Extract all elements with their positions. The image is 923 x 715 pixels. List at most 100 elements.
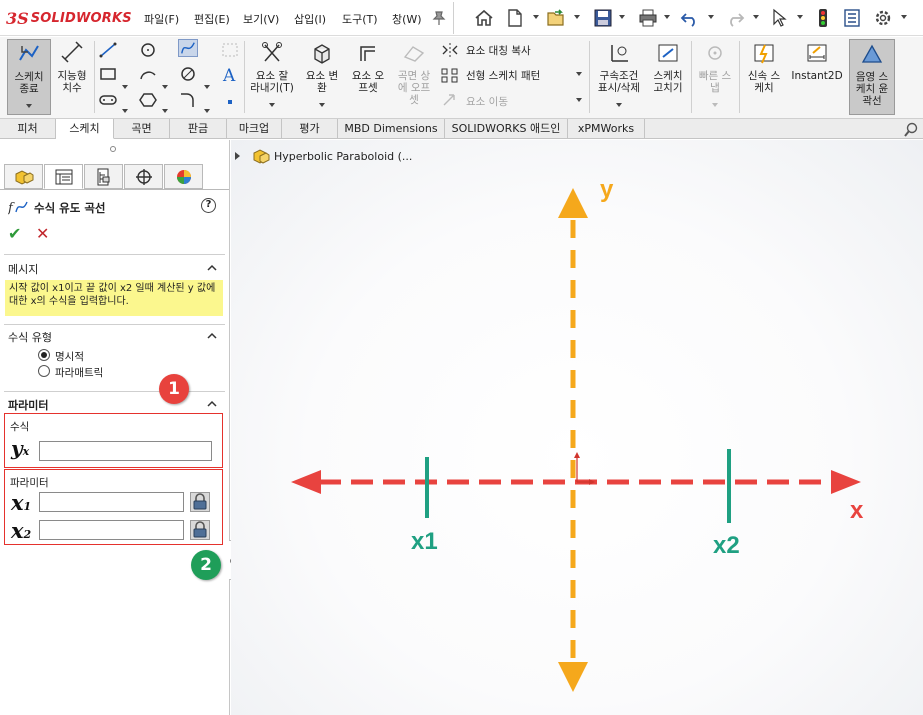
chevron-up-icon[interactable] <box>207 399 217 409</box>
home-icon[interactable] <box>474 8 494 28</box>
redo-dropdown-caret[interactable] <box>753 15 759 19</box>
chevron-up-icon[interactable] <box>207 331 217 341</box>
tab-evaluate[interactable]: 평가 <box>282 119 338 139</box>
ellipse-caret[interactable] <box>204 109 210 113</box>
tab-feature-manager[interactable] <box>4 164 43 189</box>
tab-markup[interactable]: 마크업 <box>227 119 282 139</box>
construction-grid-icon[interactable] <box>220 41 240 59</box>
mirror-label[interactable]: 요소 대칭 복사 <box>466 43 531 58</box>
menu-edit[interactable]: 편집(E) <box>194 11 230 27</box>
x1-start-input[interactable] <box>39 492 184 512</box>
tab-features[interactable]: 피처 <box>0 119 56 139</box>
equation-type-section-header[interactable]: 수식 유형 <box>8 329 52 345</box>
repair-sketch-button[interactable]: 스케치 고치기 <box>648 39 688 115</box>
polygon-icon[interactable] <box>138 91 158 109</box>
undo-dropdown-caret[interactable] <box>708 15 714 19</box>
rectangle-icon[interactable] <box>98 65 118 83</box>
tab-xpmworks[interactable]: xPMWorks <box>568 119 645 139</box>
relations-caret[interactable] <box>616 103 622 107</box>
options-dropdown-caret[interactable] <box>901 15 907 19</box>
tab-property-manager[interactable] <box>44 164 83 189</box>
arc-caret[interactable] <box>162 109 168 113</box>
save-icon[interactable] <box>593 8 613 28</box>
text-icon[interactable]: A <box>220 65 240 83</box>
save-dropdown-caret[interactable] <box>619 15 625 19</box>
message-section-header[interactable]: 메시지 <box>8 261 38 277</box>
parameters-section-header[interactable]: 파라미터 <box>8 397 48 413</box>
shaded-sketch-contours-button[interactable]: 음영 스 케치 윤 곽선 <box>849 39 895 115</box>
quick-snaps-caret[interactable] <box>712 103 718 107</box>
menu-insert[interactable]: 삽입(I) <box>294 11 326 27</box>
select-dropdown-caret[interactable] <box>797 15 803 19</box>
redo-icon[interactable] <box>725 8 745 28</box>
quick-snaps-button[interactable]: 빠른 스 냅 <box>694 39 736 115</box>
print-icon[interactable] <box>638 8 658 28</box>
cancel-button[interactable]: ✕ <box>36 224 49 243</box>
slot-icon[interactable] <box>98 91 118 109</box>
fillet-icon[interactable] <box>178 91 198 109</box>
exit-sketch-caret[interactable] <box>26 104 32 108</box>
tab-solidworks-addins[interactable]: SOLIDWORKS 애드인 <box>445 119 568 139</box>
arc-icon[interactable] <box>138 65 158 83</box>
tab-dimxpert-manager[interactable] <box>124 164 163 189</box>
trim-entities-button[interactable]: 요소 잘 라내기(T) <box>246 39 298 115</box>
tab-configuration-manager[interactable] <box>84 164 123 189</box>
new-dropdown-caret[interactable] <box>533 15 539 19</box>
x2-lock-button[interactable] <box>190 520 210 540</box>
tab-surfaces[interactable]: 곡면 <box>114 119 170 139</box>
linear-pattern-caret[interactable] <box>576 72 582 76</box>
circle-caret[interactable] <box>162 85 168 89</box>
tab-display-manager[interactable] <box>164 164 203 189</box>
spline-icon[interactable] <box>178 39 198 57</box>
tab-mbd-dimensions[interactable]: MBD Dimensions <box>338 119 445 139</box>
parametric-radio-label[interactable]: 파라매트릭 <box>55 365 103 380</box>
convert-caret[interactable] <box>319 103 325 107</box>
explicit-radio-label[interactable]: 명시적 <box>55 349 84 364</box>
help-icon[interactable]: ? <box>201 198 216 213</box>
offset-on-surface-button[interactable]: 곡면 상 에 오프 셋 <box>392 39 436 115</box>
open-icon[interactable] <box>546 8 566 28</box>
menu-window[interactable]: 창(W) <box>392 11 422 27</box>
convert-entities-button[interactable]: 요소 변 환 <box>300 39 344 115</box>
panel-grip-icon[interactable] <box>110 146 116 152</box>
linear-pattern-label[interactable]: 선형 스케치 패턴 <box>466 68 540 83</box>
solidworks-logo[interactable]: 3S SOLIDWORKS <box>6 8 132 28</box>
traffic-light-icon[interactable] <box>813 8 833 28</box>
trim-caret[interactable] <box>269 103 275 107</box>
print-dropdown-caret[interactable] <box>664 15 670 19</box>
options-gear-icon[interactable] <box>873 8 893 28</box>
ok-button[interactable]: ✔ <box>8 224 21 243</box>
line-icon[interactable] <box>98 41 118 59</box>
line-caret[interactable] <box>122 85 128 89</box>
x2-end-input[interactable] <box>39 520 184 540</box>
ellipse-icon[interactable] <box>178 65 198 83</box>
pin-icon[interactable] <box>432 10 446 26</box>
file-properties-icon[interactable] <box>842 8 862 28</box>
rapid-sketch-button[interactable]: 신속 스 케치 <box>742 39 786 115</box>
new-document-icon[interactable] <box>505 8 525 28</box>
display-delete-relations-button[interactable]: 구속조건 표시/삭제 <box>592 39 646 115</box>
point-icon[interactable] <box>220 93 240 111</box>
circle-icon[interactable] <box>138 41 158 59</box>
smart-dimension-button[interactable]: 지능형 치수 <box>53 39 91 115</box>
tab-sketch[interactable]: 스케치 <box>56 119 114 139</box>
move-label[interactable]: 요소 이동 <box>466 94 508 109</box>
menu-file[interactable]: 파일(F) <box>144 11 179 27</box>
chevron-up-icon[interactable] <box>207 263 217 273</box>
undo-icon[interactable] <box>680 8 700 28</box>
tab-sheet-metal[interactable]: 판금 <box>170 119 227 139</box>
exit-sketch-button[interactable]: 스케치 종료 <box>7 39 51 115</box>
parametric-radio[interactable] <box>38 365 50 377</box>
instant2d-button[interactable]: Instant2D <box>788 39 846 115</box>
linear-pattern-icon[interactable] <box>440 66 460 84</box>
offset-entities-button[interactable]: 요소 오 프셋 <box>346 39 390 115</box>
move-icon[interactable] <box>440 91 460 109</box>
graphics-area[interactable]: Hyperbolic Paraboloid (... y x x1 x2 <box>231 140 923 715</box>
menu-view[interactable]: 보기(V) <box>243 11 279 27</box>
explicit-radio[interactable] <box>38 349 50 361</box>
equation-input[interactable] <box>39 441 212 461</box>
search-icon[interactable] <box>903 122 919 138</box>
mirror-icon[interactable] <box>440 41 460 59</box>
select-icon[interactable] <box>770 8 790 28</box>
x1-lock-button[interactable] <box>190 492 210 512</box>
